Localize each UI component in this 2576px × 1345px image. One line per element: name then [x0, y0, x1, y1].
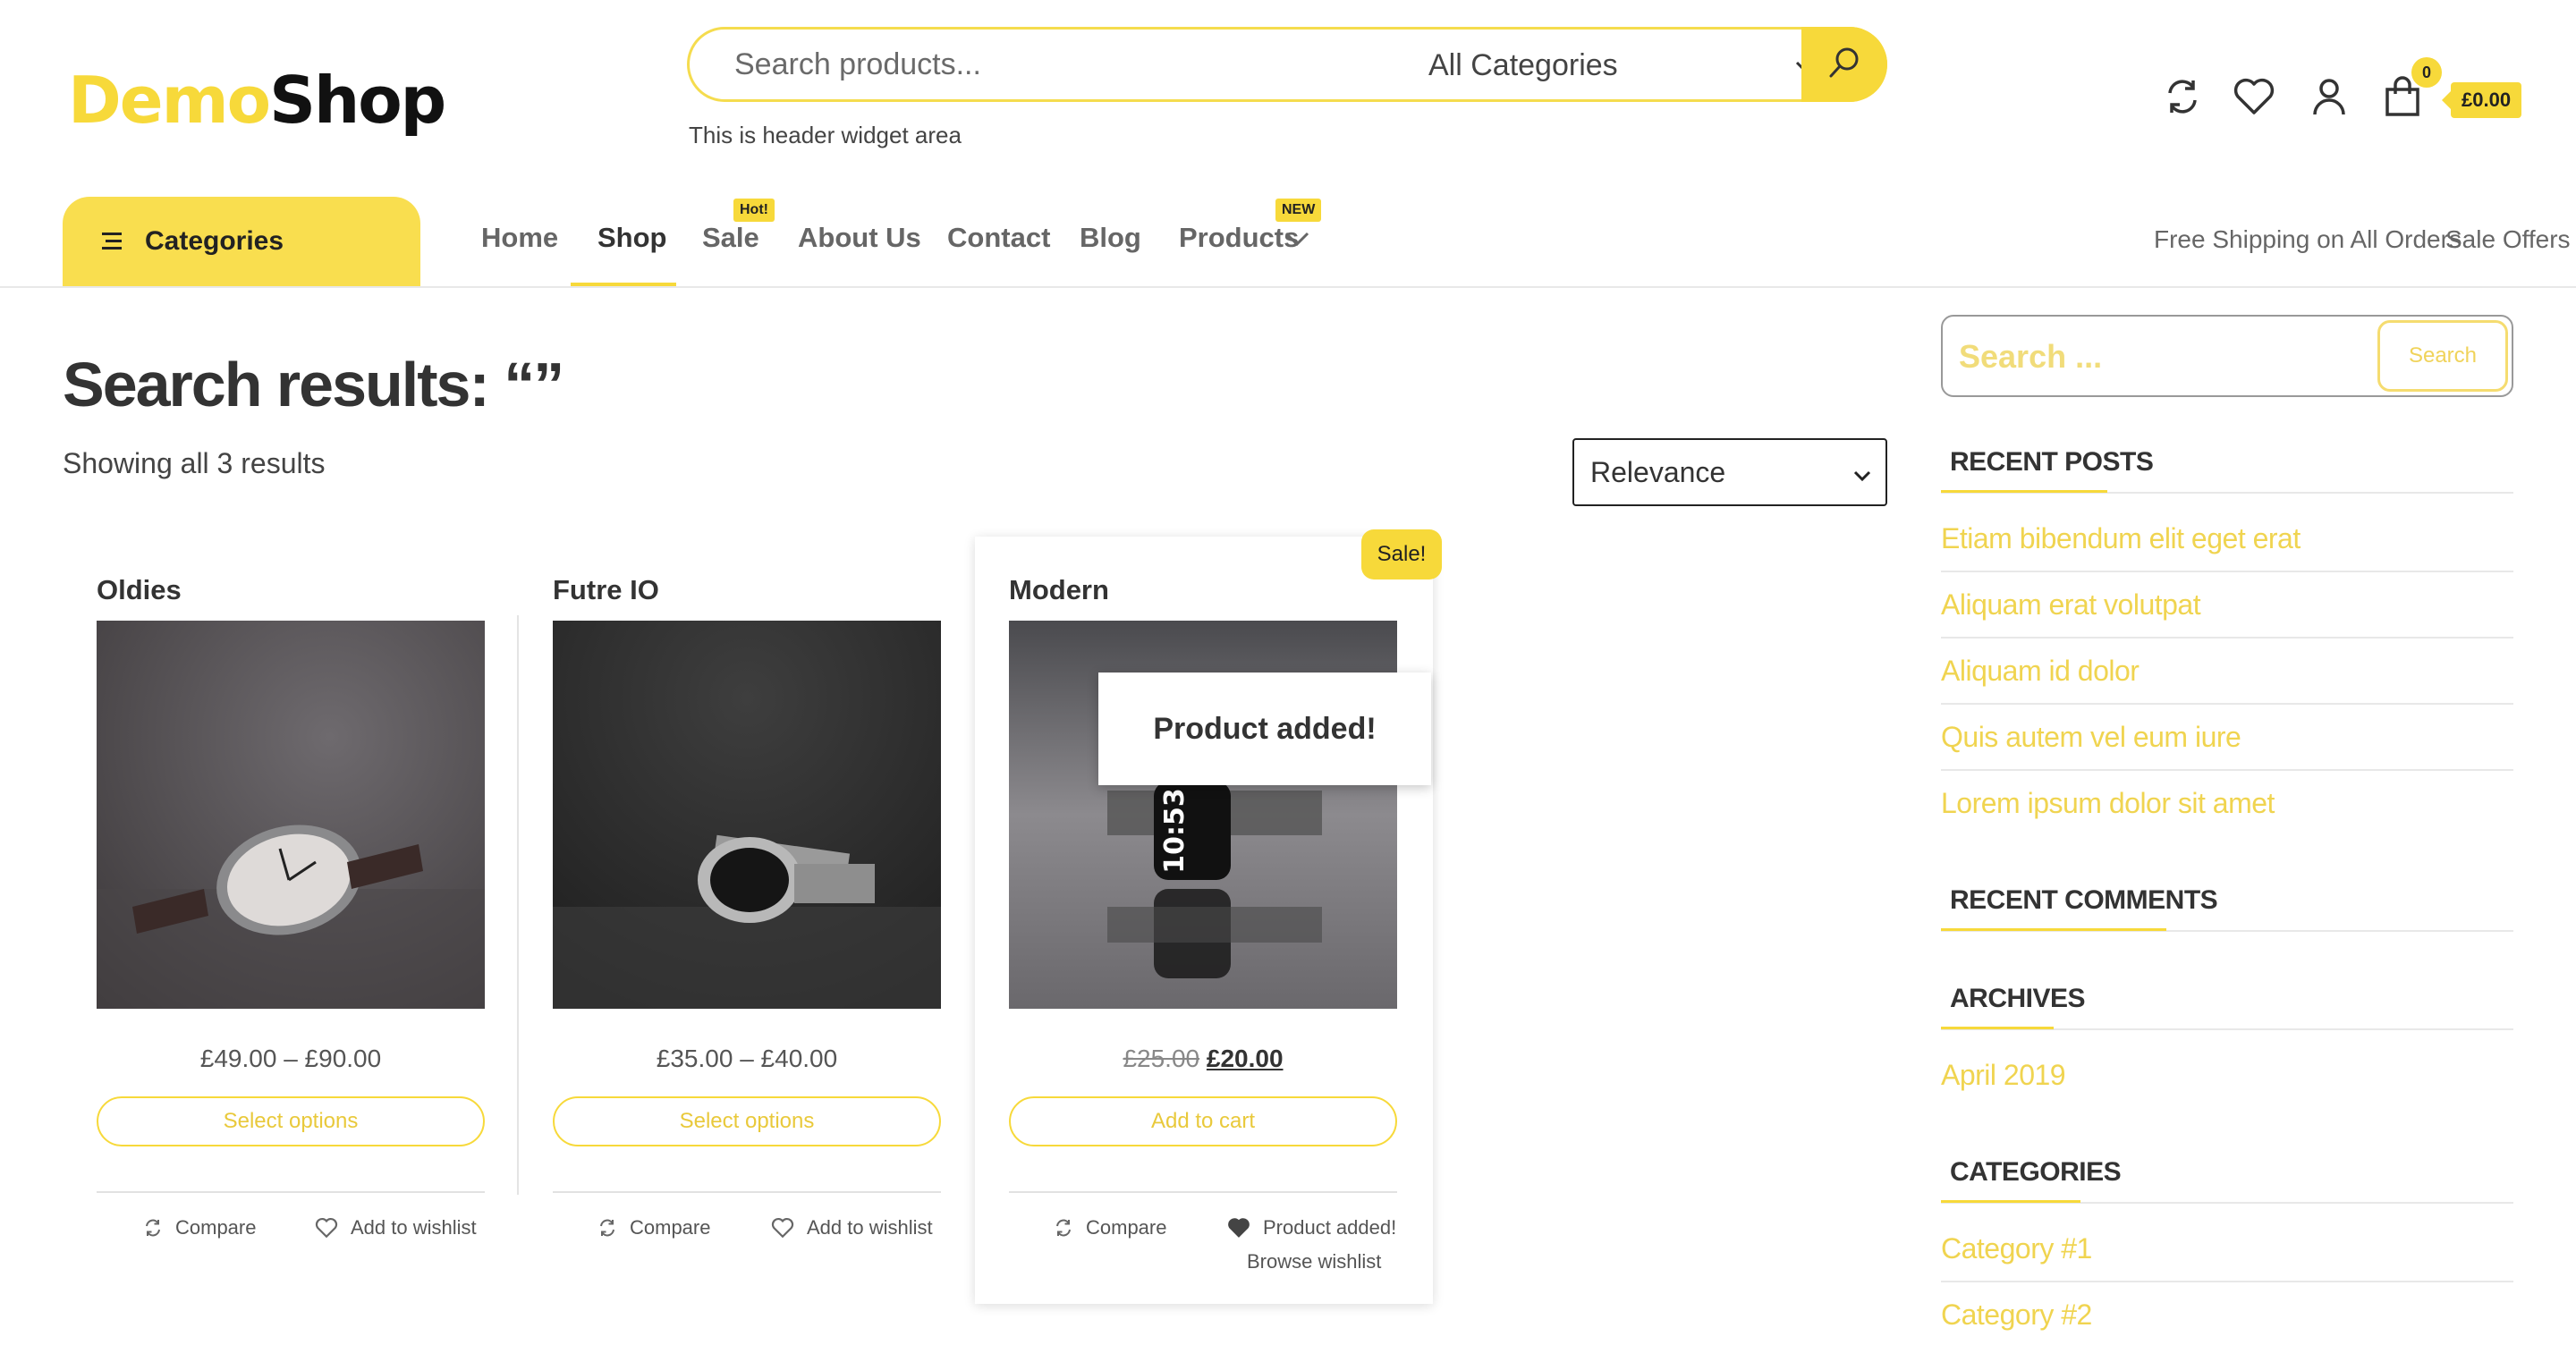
search-icon — [1826, 45, 1862, 85]
sidebar-search-button[interactable]: Search — [2377, 320, 2508, 392]
heart-outline-icon — [315, 1217, 338, 1239]
recent-comments-heading: RECENT COMMENTS — [1950, 885, 2218, 915]
add-to-wishlist-link[interactable]: Add to wishlist — [771, 1216, 933, 1239]
section-accent-underline — [1941, 490, 2107, 493]
wishlist-heart-icon[interactable] — [2233, 75, 2275, 118]
compare-icon — [146, 1219, 160, 1237]
compare-label: Compare — [175, 1216, 257, 1239]
product-title[interactable]: Modern — [1009, 574, 1109, 606]
hot-badge: Hot! — [733, 199, 775, 222]
add-to-cart-button[interactable]: Add to cart — [1009, 1096, 1397, 1146]
nav-divider — [0, 286, 2576, 288]
compare-icon[interactable] — [2161, 75, 2204, 118]
compare-link[interactable]: Compare — [597, 1216, 710, 1239]
account-user-icon[interactable] — [2308, 75, 2351, 118]
sidebar-search-input[interactable] — [1959, 334, 2334, 379]
product-price: £49.00 – £90.00 — [199, 1045, 382, 1072]
page-title: Search results: “” — [63, 350, 564, 419]
section-accent-underline — [1941, 1027, 2054, 1029]
nav-products[interactable]: Products — [1179, 222, 1299, 254]
old-price: £25.00 — [1123, 1045, 1200, 1072]
product-price: £35.00 – £40.00 — [656, 1045, 838, 1072]
product-title[interactable]: Futre IO — [553, 574, 659, 606]
heart-outline-icon — [771, 1217, 794, 1239]
wishlist-label: Add to wishlist — [351, 1216, 477, 1239]
nav-shop[interactable]: Shop — [597, 222, 667, 254]
categories-heading: CATEGORIES — [1950, 1157, 2122, 1187]
category-link[interactable]: Category #2 — [1941, 1298, 2092, 1332]
result-count: Showing all 3 results — [63, 447, 326, 479]
sale-price: £20.00 — [1206, 1045, 1284, 1072]
select-options-button[interactable]: Select options — [97, 1096, 485, 1146]
column-divider — [517, 615, 519, 1195]
wishlist-label: Add to wishlist — [807, 1216, 933, 1239]
sale-badge: Sale! — [1361, 529, 1442, 579]
sale-offers-link[interactable]: Sale Offers — [2445, 225, 2571, 254]
recent-post-link[interactable]: Quis autem vel eum iure — [1941, 721, 2241, 754]
compare-label: Compare — [630, 1216, 711, 1239]
select-options-button[interactable]: Select options — [553, 1096, 941, 1146]
sidebar-search: Search — [1941, 315, 2513, 397]
product-price: £25.00 £20.00 — [1009, 1045, 1397, 1073]
browse-wishlist-link[interactable]: Browse wishlist — [1247, 1250, 1381, 1273]
card-divider — [1009, 1191, 1397, 1193]
add-to-wishlist-link[interactable]: Add to wishlist — [315, 1216, 477, 1239]
list-divider — [1941, 571, 2513, 572]
sort-select-value: Relevance — [1590, 455, 1726, 488]
archive-link[interactable]: April 2019 — [1941, 1059, 2066, 1092]
svg-text:10:53: 10:53 — [1159, 788, 1191, 874]
compare-icon — [1056, 1219, 1071, 1237]
list-divider — [1941, 769, 2513, 771]
chevron-down-icon — [1853, 456, 1871, 489]
nav-about-us[interactable]: About Us — [798, 222, 921, 254]
card-divider — [97, 1191, 485, 1193]
cart-total[interactable]: £0.00 — [2441, 82, 2522, 118]
product-search-bar: All Categories — [687, 27, 1887, 102]
list-divider — [1941, 1281, 2513, 1282]
wishlist-label: Product added! — [1263, 1216, 1397, 1239]
logo-part1: Demo — [68, 63, 271, 138]
header-widget-text: This is header widget area — [689, 122, 962, 148]
heart-filled-icon — [1228, 1218, 1250, 1238]
compare-label: Compare — [1086, 1216, 1167, 1239]
free-shipping-link[interactable]: Free Shipping on All Orders — [2154, 225, 2462, 254]
categories-menu-button[interactable]: Categories — [63, 197, 420, 286]
categories-label: Categories — [145, 226, 284, 256]
list-divider — [1941, 703, 2513, 705]
product-image[interactable] — [553, 621, 941, 1009]
section-accent-underline — [1941, 928, 2166, 931]
compare-link[interactable]: Compare — [1054, 1216, 1166, 1239]
category-link[interactable]: Category #1 — [1941, 1232, 2092, 1265]
chevron-down-icon — [1284, 231, 1309, 251]
recent-posts-heading: RECENT POSTS — [1950, 447, 2154, 477]
section-accent-underline — [1941, 1200, 2080, 1203]
menu-lines-icon — [102, 231, 125, 252]
recent-post-link[interactable]: Aliquam erat volutpat — [1941, 588, 2201, 622]
cart-count-badge: 0 — [2411, 57, 2442, 88]
recent-post-link[interactable]: Aliquam id dolor — [1941, 655, 2140, 688]
nav-sale[interactable]: Sale — [702, 222, 759, 254]
category-select-value: All Categories — [1428, 47, 1618, 82]
archives-heading: ARCHIVES — [1950, 984, 2086, 1013]
new-badge: NEW — [1275, 199, 1322, 222]
nav-blog[interactable]: Blog — [1080, 222, 1141, 254]
nav-contact[interactable]: Contact — [947, 222, 1050, 254]
category-select[interactable]: All Categories — [1428, 38, 1822, 92]
sort-select[interactable]: Relevance — [1572, 438, 1887, 506]
product-title[interactable]: Oldies — [97, 574, 182, 606]
product-added-toast: Product added! — [1098, 672, 1431, 785]
card-divider — [553, 1191, 941, 1193]
recent-post-link[interactable]: Etiam bibendum elit eget erat — [1941, 522, 2301, 555]
compare-icon — [600, 1219, 614, 1237]
list-divider — [1941, 637, 2513, 639]
product-image[interactable] — [97, 621, 485, 1009]
compare-link[interactable]: Compare — [143, 1216, 256, 1239]
site-logo[interactable]: DemoShop — [68, 63, 446, 138]
logo-part2: Shop — [269, 63, 446, 138]
wishlist-added-status: Product added! — [1227, 1216, 1396, 1239]
nav-home[interactable]: Home — [481, 222, 558, 254]
search-submit-button[interactable] — [1801, 27, 1887, 102]
recent-post-link[interactable]: Lorem ipsum dolor sit amet — [1941, 787, 2275, 820]
product-search-input[interactable] — [734, 42, 1396, 87]
